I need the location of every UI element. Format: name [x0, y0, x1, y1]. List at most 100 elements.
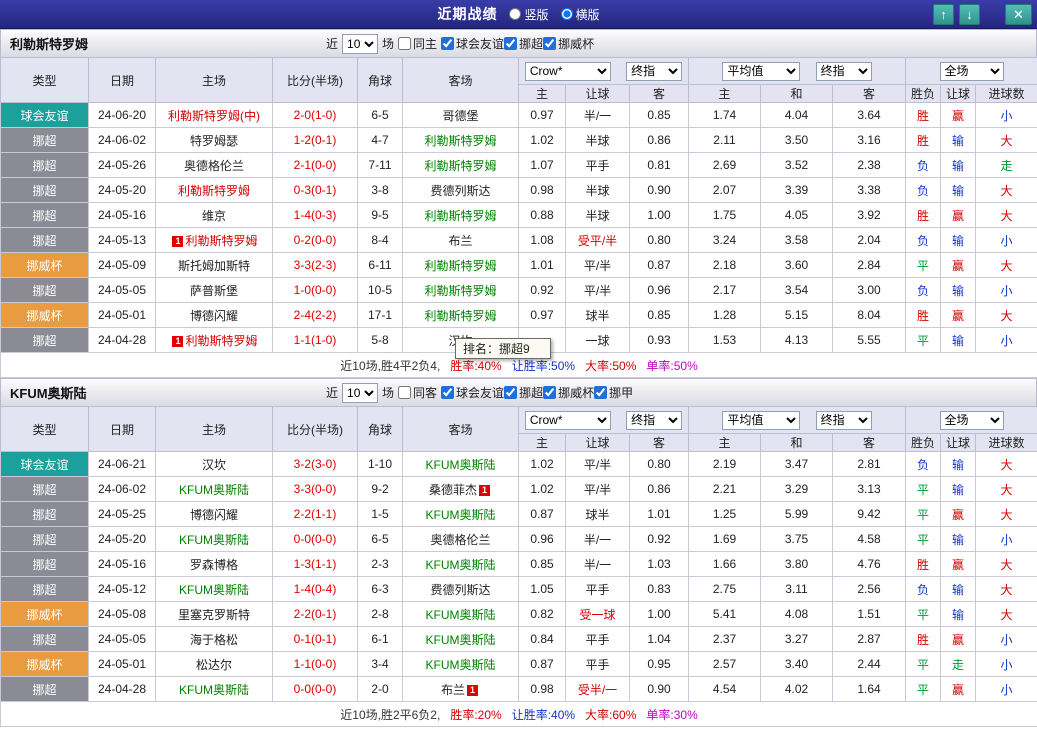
team-name-link[interactable]: 奥德格伦兰 — [430, 533, 490, 547]
team-name-link[interactable]: KFUM奥斯陆 — [179, 583, 249, 597]
league-filter-checkbox[interactable] — [441, 385, 455, 399]
handicap-cell: 平手 — [565, 651, 630, 677]
team-name-link[interactable]: 罗森博格 — [190, 558, 238, 572]
team-name-link[interactable]: 特罗姆瑟 — [190, 134, 238, 148]
team-name-link[interactable]: 利勒斯特罗姆 — [424, 134, 496, 148]
league-filter-checkbox[interactable] — [504, 385, 518, 399]
team-name-link[interactable]: 费德列斯达 — [430, 184, 490, 198]
home-team-cell: KFUM奥斯陆 — [155, 476, 273, 502]
team-name-link[interactable]: KFUM奥斯陆 — [426, 558, 496, 572]
odds-stage-select-1[interactable]: 终指 — [626, 410, 683, 430]
move-down-button[interactable]: ↓ — [959, 4, 980, 25]
team-name-link[interactable]: KFUM奥斯陆 — [179, 483, 249, 497]
team-name-link[interactable]: KFUM奥斯陆 — [426, 458, 496, 472]
avg-away-odds-cell: 8.04 — [831, 302, 907, 328]
same-venue-checkbox[interactable] — [398, 386, 412, 399]
team-name-link[interactable]: 维京 — [202, 209, 226, 223]
team-name-link[interactable]: 里塞克罗斯特 — [178, 608, 250, 622]
team-name-link[interactable]: KFUM奥斯陆 — [179, 533, 249, 547]
bookmaker-odds-group: Crow* 终指 — [518, 57, 689, 85]
team-name-link[interactable]: 哥德堡 — [442, 109, 478, 123]
bookmaker-select[interactable]: Crow* — [524, 61, 611, 81]
odds-stage-select-2[interactable]: 终指 — [815, 410, 872, 430]
league-type-cell: 挪威杯 — [0, 302, 89, 328]
team-name-link[interactable]: 桑德菲杰 — [429, 483, 477, 497]
recent-count-select[interactable]: 10 — [342, 382, 379, 403]
team-name-link[interactable]: 博德闪耀 — [190, 309, 238, 323]
avg-away-odds-cell: 3.64 — [831, 102, 907, 128]
sub-handicap-result: 让球 — [940, 433, 977, 452]
team-name-link[interactable]: 博德闪耀 — [190, 508, 238, 522]
vertical-radio[interactable] — [509, 8, 522, 20]
same-venue-filter[interactable]: 同客 — [398, 384, 437, 401]
league-filter-checkbox[interactable] — [594, 385, 608, 399]
league-filter-球会友谊[interactable]: 球会友谊 — [441, 384, 504, 401]
result-goals-cell: 小 — [975, 676, 1037, 702]
result-wdl-cell: 平 — [905, 676, 942, 702]
team-name-link[interactable]: 松达尔 — [196, 658, 232, 672]
team-name-link[interactable]: 利勒斯特罗姆 — [178, 184, 250, 198]
avg-draw-odds-cell: 3.58 — [760, 227, 833, 253]
bookmaker-select[interactable]: Crow* — [524, 410, 611, 430]
league-filter-checkbox[interactable] — [441, 36, 455, 50]
avg-away-odds-cell: 9.42 — [831, 501, 907, 527]
team-name-link[interactable]: 布兰 — [448, 234, 472, 248]
team-name-link[interactable]: KFUM奥斯陆 — [426, 658, 496, 672]
horizontal-radio[interactable] — [560, 8, 573, 20]
team-name-link[interactable]: 费德列斯达 — [430, 583, 490, 597]
result-handicap-cell: 输 — [940, 526, 977, 552]
summary-segment: 胜率:40% — [450, 358, 502, 373]
league-filter-checkbox[interactable] — [504, 36, 518, 50]
team-name-link[interactable]: 布兰 — [441, 683, 465, 697]
league-filter-球会友谊[interactable]: 球会友谊 — [441, 35, 504, 52]
close-button[interactable]: ✕ — [1005, 4, 1032, 25]
team-name-link[interactable]: 利勒斯特罗姆 — [424, 209, 496, 223]
avg-home-odds-cell: 5.41 — [688, 601, 761, 627]
fulltime-select[interactable]: 全场 — [939, 410, 1004, 430]
team-name-link[interactable]: KFUM奥斯陆 — [426, 508, 496, 522]
team-name-link[interactable]: 海于格松 — [190, 633, 238, 647]
team-name-link[interactable]: 萨普斯堡 — [190, 284, 238, 298]
layout-horizontal-option[interactable]: 横版 — [560, 6, 600, 23]
league-filter-checkbox[interactable] — [543, 385, 557, 399]
team-name-link[interactable]: 奥德格伦兰 — [184, 159, 244, 173]
league-filter-挪甲[interactable]: 挪甲 — [594, 384, 633, 401]
team-name-link[interactable]: 利勒斯特罗姆 — [424, 259, 496, 273]
team-name-link[interactable]: 利勒斯特罗姆 — [185, 234, 257, 248]
match-row: 球会友谊 24-06-21 汉坎 3-2(3-0) 1-10 KFUM奥斯陆 1.02 平/半… — [0, 451, 1037, 477]
league-filter-挪超[interactable]: 挪超 — [504, 384, 543, 401]
league-filter-checkbox[interactable] — [543, 36, 557, 50]
team-name-link[interactable]: 利勒斯特罗姆 — [424, 284, 496, 298]
team-name-link[interactable]: KFUM奥斯陆 — [426, 608, 496, 622]
result-wdl-cell: 平 — [905, 501, 942, 527]
recent-count-select[interactable]: 10 — [342, 33, 379, 54]
odds-stage-select-1[interactable]: 终指 — [626, 61, 683, 81]
same-venue-checkbox[interactable] — [398, 37, 412, 50]
team-name-link[interactable]: KFUM奥斯陆 — [179, 683, 249, 697]
team-name-link[interactable]: 利勒斯特罗姆 — [185, 334, 257, 348]
league-filter-挪威杯[interactable]: 挪威杯 — [543, 384, 594, 401]
avg-away-odds-cell: 3.13 — [831, 476, 907, 502]
league-filter-挪威杯[interactable]: 挪威杯 — [543, 35, 594, 52]
team-name-link[interactable]: 利勒斯特罗姆 — [424, 159, 496, 173]
result-wdl-cell: 负 — [905, 277, 942, 303]
team-name-link[interactable]: 汉坎 — [202, 458, 226, 472]
league-filter-挪超[interactable]: 挪超 — [504, 35, 543, 52]
match-row: 挪超 24-05-13 1 利勒斯特罗姆 0-2(0-0) 8-4 布兰 1.08 受平/半 0.… — [0, 227, 1037, 253]
team-name-link[interactable]: KFUM奥斯陆 — [426, 633, 496, 647]
team-name-link[interactable]: 利勒斯特罗姆 — [424, 309, 496, 323]
home-team-cell: 奥德格伦兰 — [155, 152, 273, 178]
move-up-button[interactable]: ↑ — [933, 4, 954, 25]
corner-cell: 1-5 — [357, 501, 403, 527]
odds-stage-select-2[interactable]: 终指 — [815, 61, 872, 81]
layout-vertical-option[interactable]: 竖版 — [509, 6, 549, 23]
average-select[interactable]: 平均值 — [722, 410, 801, 430]
match-row: 挪威杯 24-05-01 博德闪耀 2-4(2-2) 17-1 利勒斯特罗姆 0.97 球半 0… — [0, 302, 1037, 328]
sub-avg-home: 主 — [688, 433, 761, 452]
same-venue-filter[interactable]: 同主 — [398, 35, 437, 52]
team-name-link[interactable]: 斯托姆加斯特 — [178, 259, 250, 273]
fulltime-select[interactable]: 全场 — [939, 61, 1004, 81]
average-select[interactable]: 平均值 — [722, 61, 801, 81]
team-name-link[interactable]: 利勒斯特罗姆(中) — [168, 109, 260, 123]
result-wdl-cell: 胜 — [905, 102, 942, 128]
